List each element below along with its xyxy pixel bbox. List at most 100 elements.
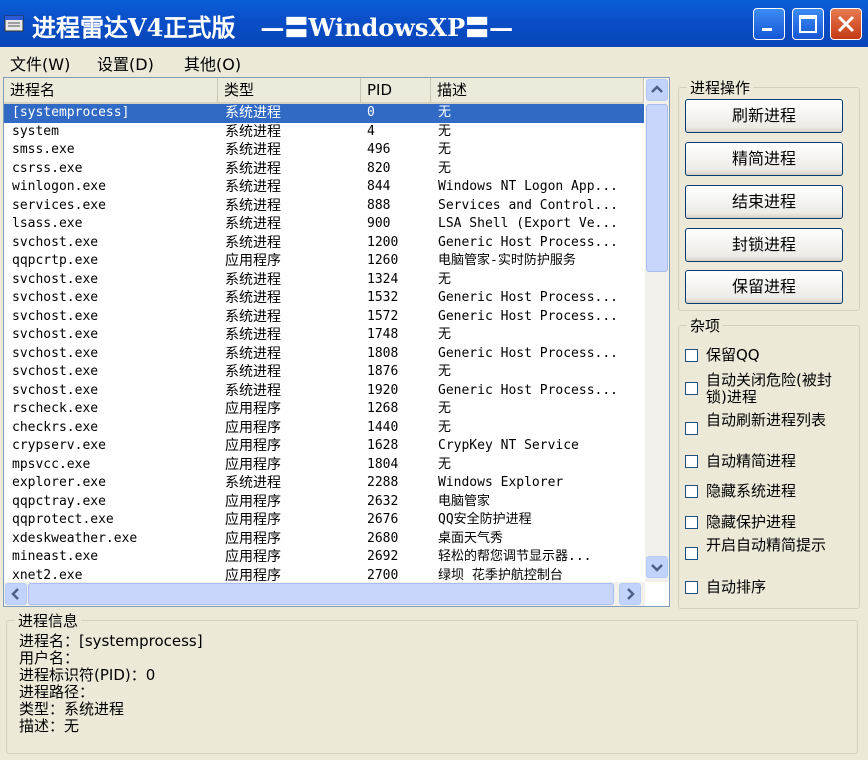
table-row[interactable]: svchost.exe 系统进程 1748 无 bbox=[4, 326, 644, 345]
cell-name: csrss.exe bbox=[12, 160, 83, 176]
block-process-button[interactable]: 封锁进程 bbox=[685, 228, 843, 262]
info-path: 进程路径： bbox=[19, 683, 95, 701]
column-header-type[interactable]: 类型 bbox=[218, 78, 361, 102]
scroll-up-button[interactable] bbox=[646, 79, 668, 101]
table-row[interactable]: qqprotect.exe 应用程序 2676 QQ安全防护进程 bbox=[4, 511, 644, 530]
table-row[interactable]: svchost.exe 系统进程 1920 Generic Host Process.… bbox=[4, 382, 644, 401]
cell-pid: 496 bbox=[367, 142, 391, 157]
scroll-left-button[interactable] bbox=[5, 583, 27, 605]
checkbox[interactable] bbox=[685, 547, 698, 560]
cell-name: qqprotect.exe bbox=[12, 512, 114, 527]
table-row[interactable]: svchost.exe 系统进程 1324 无 bbox=[4, 271, 644, 290]
chevron-up-icon bbox=[651, 85, 663, 93]
scroll-right-button[interactable] bbox=[619, 583, 641, 605]
minimize-icon bbox=[762, 28, 772, 31]
checkbox[interactable] bbox=[685, 455, 698, 468]
table-row[interactable]: [systemprocess] 系统进程 0 无 bbox=[4, 104, 644, 123]
cell-name: qqpcrtp.exe bbox=[12, 253, 99, 268]
cell-name: svchost.exe bbox=[12, 327, 99, 342]
column-header-name[interactable]: 进程名 bbox=[4, 78, 218, 102]
vertical-scrollbar[interactable] bbox=[645, 78, 669, 582]
vertical-scroll-thumb[interactable] bbox=[646, 104, 668, 272]
cell-desc: 轻松的帮您调节显示器... bbox=[438, 549, 592, 564]
column-header-desc[interactable]: 描述 bbox=[431, 78, 644, 102]
cell-desc: Generic Host Process... bbox=[438, 290, 619, 305]
cell-desc: 无 bbox=[438, 142, 452, 157]
title-bar[interactable]: 进程雷达V4正式版 —〓WindowsXP〓— bbox=[0, 0, 868, 47]
cell-name: qqpctray.exe bbox=[12, 493, 106, 509]
cell-name: checkrs.exe bbox=[12, 419, 99, 435]
process-list[interactable]: 进程名 类型 PID 描述 [systemprocess] 系统进程 0 无 syste… bbox=[3, 77, 670, 607]
horizontal-scroll-thumb[interactable] bbox=[28, 583, 614, 605]
cell-type: 应用程序 bbox=[225, 401, 281, 417]
process-ops-group: 进程操作 刷新进程 精简进程 结束进程 封锁进程 保留进程 bbox=[678, 77, 860, 311]
app-icon bbox=[4, 15, 24, 32]
cell-pid: 1920 bbox=[367, 382, 399, 398]
menu-file[interactable]: 文件(W) bbox=[10, 51, 70, 75]
cell-pid: 4 bbox=[367, 123, 375, 139]
cell-pid: 2692 bbox=[367, 549, 399, 564]
cell-pid: 1268 bbox=[367, 401, 399, 416]
cell-desc: 无 bbox=[438, 160, 452, 176]
table-row[interactable]: checkrs.exe 应用程序 1440 无 bbox=[4, 419, 644, 438]
menu-settings[interactable]: 设置(D) bbox=[97, 51, 154, 75]
column-header-pid[interactable]: PID bbox=[361, 78, 431, 102]
scroll-down-button[interactable] bbox=[646, 556, 668, 578]
cell-name: svchost.exe bbox=[12, 364, 99, 379]
table-row[interactable]: mpsvcc.exe 应用程序 1804 无 bbox=[4, 456, 644, 475]
cell-name: lsass.exe bbox=[12, 216, 83, 231]
cell-type: 应用程序 bbox=[225, 419, 281, 436]
window-title: 进程雷达V4正式版 —〓WindowsXP〓— bbox=[32, 13, 514, 42]
end-process-button[interactable]: 结束进程 bbox=[685, 185, 843, 219]
checkbox[interactable] bbox=[685, 349, 698, 362]
cell-name: xdeskweather.exe bbox=[12, 530, 138, 546]
cell-pid: 1324 bbox=[367, 271, 399, 287]
table-row[interactable]: svchost.exe 系统进程 1532 Generic Host Process.… bbox=[4, 289, 644, 308]
menu-other[interactable]: 其他(O) bbox=[184, 51, 241, 75]
cell-type: 系统进程 bbox=[225, 197, 281, 214]
table-row[interactable]: crypserv.exe 应用程序 1628 CrypKey NT Service bbox=[4, 437, 644, 456]
table-row[interactable]: qqpctray.exe 应用程序 2632 电脑管家 bbox=[4, 493, 644, 512]
checkbox[interactable] bbox=[685, 422, 698, 435]
table-row[interactable]: mineast.exe 应用程序 2692 轻松的帮您调节显示器... bbox=[4, 548, 644, 567]
menu-bar: 文件(W) 设置(D) 其他(O) bbox=[0, 47, 868, 74]
cell-desc: 无 bbox=[438, 105, 452, 120]
table-row[interactable]: explorer.exe 系统进程 2288 Windows Explorer bbox=[4, 474, 644, 493]
table-row[interactable]: smss.exe 系统进程 496 无 bbox=[4, 141, 644, 160]
table-row[interactable]: csrss.exe 系统进程 820 无 bbox=[4, 160, 644, 179]
table-row[interactable]: lsass.exe 系统进程 900 LSA Shell (Export Ve... bbox=[4, 215, 644, 234]
info-type: 类型：系统进程 bbox=[19, 700, 125, 718]
checkbox[interactable] bbox=[685, 485, 698, 498]
cell-pid: 900 bbox=[367, 216, 391, 231]
process-info-group: 进程信息 进程名：[systemprocess] 用户名： 进程标识符(PID)… bbox=[6, 610, 858, 754]
cell-type: 系统进程 bbox=[225, 382, 281, 399]
minimize-button[interactable] bbox=[753, 8, 785, 40]
table-row[interactable]: svchost.exe 系统进程 1572 Generic Host Process.… bbox=[4, 308, 644, 327]
simplify-process-button[interactable]: 精简进程 bbox=[685, 142, 843, 176]
refresh-process-button[interactable]: 刷新进程 bbox=[685, 99, 843, 133]
table-row[interactable]: rscheck.exe 应用程序 1268 无 bbox=[4, 400, 644, 419]
horizontal-scrollbar[interactable] bbox=[4, 582, 645, 606]
table-row[interactable]: svchost.exe 系统进程 1808 Generic Host Process.… bbox=[4, 345, 644, 364]
table-row[interactable]: system 系统进程 4 无 bbox=[4, 123, 644, 142]
table-row[interactable]: svchost.exe 系统进程 1876 无 bbox=[4, 363, 644, 382]
keep-process-button[interactable]: 保留进程 bbox=[685, 270, 843, 304]
misc-legend: 杂项 bbox=[687, 315, 724, 336]
table-row[interactable]: qqpcrtp.exe 应用程序 1260 电脑管家-实时防护服务 bbox=[4, 252, 644, 271]
table-row[interactable]: xdeskweather.exe 应用程序 2680 桌面天气秀 bbox=[4, 530, 644, 549]
maximize-button[interactable] bbox=[792, 8, 824, 40]
cell-name: svchost.exe bbox=[12, 271, 99, 287]
info-process-name: 进程名：[systemprocess] bbox=[19, 632, 203, 650]
info-pid: 进程标识符(PID)：0 bbox=[19, 666, 156, 684]
table-row[interactable]: svchost.exe 系统进程 1200 Generic Host Process.… bbox=[4, 234, 644, 253]
cell-name: system bbox=[12, 123, 59, 139]
cell-pid: 2680 bbox=[367, 530, 399, 546]
checkbox[interactable] bbox=[685, 382, 698, 395]
close-button[interactable] bbox=[830, 8, 862, 40]
table-row[interactable]: services.exe 系统进程 888 Services and Control.… bbox=[4, 197, 644, 216]
checkbox[interactable] bbox=[685, 581, 698, 594]
table-row[interactable]: winlogon.exe 系统进程 844 Windows NT Logon App.… bbox=[4, 178, 644, 197]
chevron-right-icon bbox=[627, 588, 635, 600]
checkbox[interactable] bbox=[685, 516, 698, 529]
option-label: 隐藏保护进程 bbox=[706, 513, 797, 531]
